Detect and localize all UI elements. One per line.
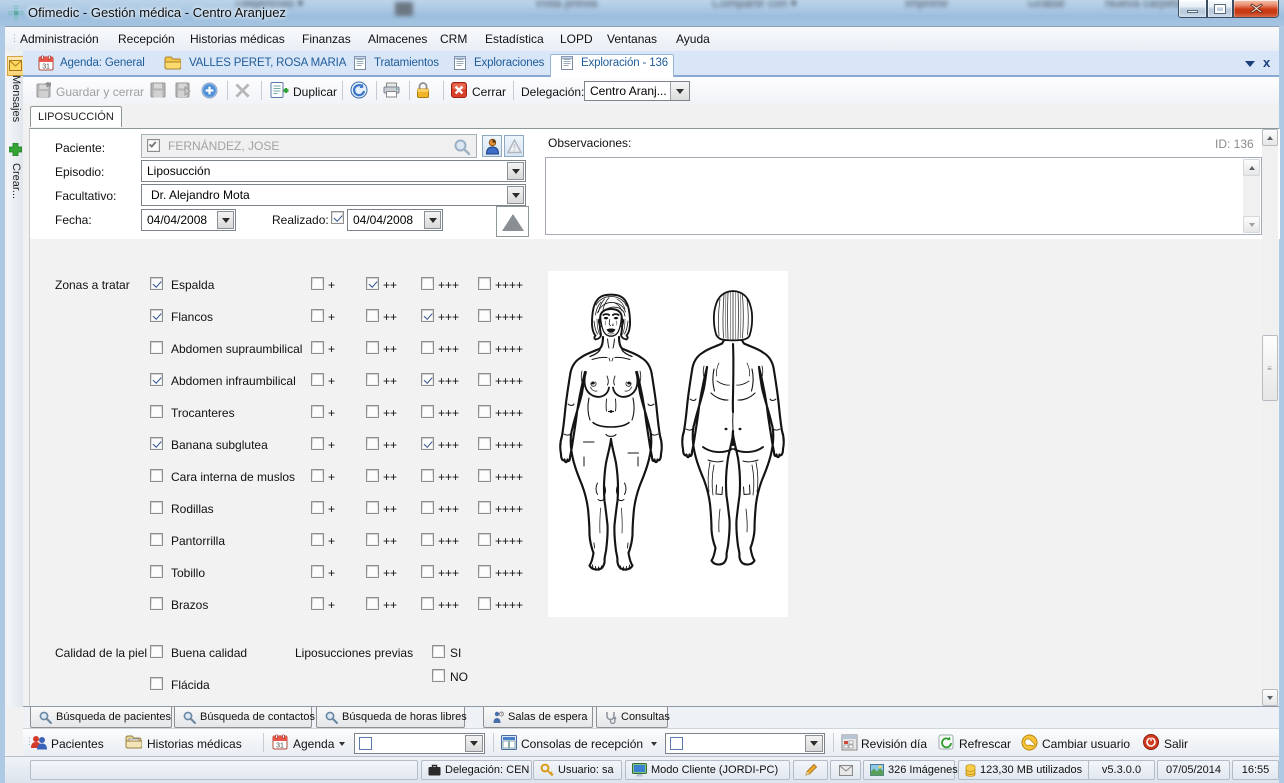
svg-text:31: 31 <box>42 64 50 71</box>
svg-text:31: 31 <box>276 743 284 750</box>
